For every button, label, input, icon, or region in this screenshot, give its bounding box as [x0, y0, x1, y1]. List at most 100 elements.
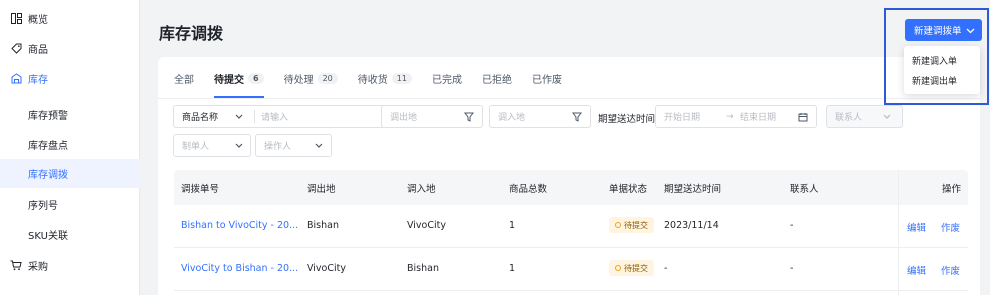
tab-all[interactable]: 全部	[174, 67, 194, 89]
sidebar-item-serial[interactable]: 序列号	[0, 190, 140, 218]
chevron-down-icon	[966, 26, 975, 35]
status-text: 待提交	[624, 220, 648, 230]
contact-cell: -	[790, 220, 794, 231]
search-field-select[interactable]: 商品名称	[182, 110, 218, 123]
contact-select: 联系人	[835, 113, 863, 123]
transfer-id-link[interactable]: Bishan to VivoCity - 20...	[181, 220, 298, 231]
creator-filter[interactable]: 制单人	[173, 134, 251, 157]
status-dot-icon	[615, 222, 621, 228]
column-header: 调入地	[407, 184, 436, 195]
tab-label: 已拒绝	[481, 74, 512, 86]
tab-pending-receive[interactable]: 待收货 11	[358, 67, 412, 89]
tab-label: 全部	[174, 74, 194, 86]
date-range-picker[interactable]: 开始日期 → 结束日期	[655, 105, 817, 128]
column-header: 商品总数	[509, 184, 548, 195]
tab-pending-submit[interactable]: 待提交 6	[214, 67, 264, 98]
sidebar-item-purchase[interactable]: 采购	[0, 251, 140, 279]
tab-label: 待处理	[283, 74, 314, 86]
tabs-divider	[158, 98, 980, 99]
status-tabs: 全部 待提交 6 待处理 20 待收货 11 已完成 已拒绝 已作废	[174, 67, 582, 98]
from-cell: Bishan	[307, 220, 339, 231]
date-cell: -	[664, 263, 668, 274]
status-badge: 待提交	[609, 260, 654, 276]
start-date-input[interactable]: 开始日期	[664, 110, 700, 123]
sidebar-item-products[interactable]: 商品	[0, 34, 140, 62]
to-cell: VivoCity	[407, 220, 446, 231]
tab-voided[interactable]: 已作废	[532, 67, 562, 89]
status-text: 待提交	[624, 263, 648, 273]
new-transfer-label: 新建调拨单	[914, 26, 962, 37]
from-cell: VivoCity	[307, 263, 346, 274]
filter-icon	[572, 112, 582, 122]
contact-cell: -	[790, 263, 794, 274]
chevron-down-icon	[234, 112, 244, 122]
tab-count-badge: 20	[317, 72, 338, 84]
to-cell: Bishan	[407, 263, 439, 274]
tag-icon	[10, 42, 22, 54]
page-title: 库存调拨	[159, 24, 224, 43]
transfer-id-link[interactable]: VivoCity to Bishan - 20...	[181, 263, 298, 274]
status-badge: 待提交	[609, 217, 654, 233]
sidebar-item-label: 库存盘点	[28, 140, 68, 152]
end-date-input[interactable]: 结束日期	[740, 110, 776, 123]
menu-item-new-transfer-in[interactable]: 新建调入单	[912, 54, 957, 67]
table-row: VivoCity to Bishan - 20... VivoCity Bish…	[174, 248, 968, 291]
sidebar-item-sku-link[interactable]: SKU关联	[0, 220, 140, 248]
divider	[254, 110, 255, 123]
transfer-list-card: 全部 待提交 6 待处理 20 待收货 11 已完成 已拒绝 已作废 商品名称 请输入…	[158, 57, 980, 295]
sidebar-item-overview[interactable]: 概览	[0, 4, 140, 32]
from-location-filter[interactable]: 调出地	[381, 105, 483, 128]
sidebar-item-stock-alert[interactable]: 库存预警	[0, 100, 140, 128]
date-cell: 2023/11/14	[664, 220, 719, 231]
table-row: Bishan to VivoCity - 20... Bishan VivoCi…	[174, 205, 968, 248]
sidebar-item-label: SKU关联	[28, 230, 68, 242]
sidebar-item-label: 概览	[28, 14, 48, 26]
menu-item-new-transfer-out[interactable]: 新建调出单	[912, 74, 957, 87]
operator-select: 操作人	[264, 142, 292, 152]
sidebar-item-label: 采购	[28, 261, 48, 273]
search-input[interactable]: 请输入	[261, 110, 288, 123]
operation-column-divider	[898, 170, 968, 295]
tab-completed[interactable]: 已完成	[432, 67, 462, 89]
arrow-right-icon: →	[726, 111, 734, 122]
tab-count-badge: 6	[248, 72, 264, 84]
total-cell: 1	[509, 263, 516, 274]
grid-icon	[10, 12, 22, 24]
tab-label: 待收货	[357, 74, 388, 86]
cart-icon	[10, 259, 22, 271]
filter-icon	[464, 112, 474, 122]
product-search-filter[interactable]: 商品名称 请输入	[173, 105, 390, 128]
tab-label: 已作废	[531, 74, 562, 86]
new-transfer-menu: 新建调入单 新建调出单	[904, 46, 980, 94]
tab-label: 已完成	[431, 74, 462, 86]
warehouse-icon	[10, 72, 22, 84]
sidebar-item-transfer[interactable]: 库存调拨	[0, 159, 140, 188]
contact-filter[interactable]: 联系人	[826, 105, 903, 128]
sidebar-item-label: 库存	[28, 74, 48, 86]
tab-rejected[interactable]: 已拒绝	[482, 67, 512, 89]
from-location-input: 调出地	[390, 113, 418, 123]
creator-select: 制单人	[182, 142, 210, 152]
sidebar-item-label: 商品	[28, 44, 48, 56]
chevron-down-icon	[882, 112, 892, 122]
new-transfer-button[interactable]: 新建调拨单	[905, 19, 982, 41]
sidebar: 概览 商品 库存 库存预警 库存盘点 库存调拨 序列号 SKU关联 采购	[0, 0, 140, 295]
to-location-filter[interactable]: 调入地	[489, 105, 591, 128]
sidebar-item-inventory[interactable]: 库存	[0, 64, 140, 92]
column-header: 调出地	[307, 184, 336, 195]
column-header: 联系人	[790, 184, 819, 195]
tab-label: 待提交	[214, 74, 244, 86]
total-cell: 1	[509, 220, 516, 231]
calendar-icon	[798, 112, 808, 122]
column-header: 单据状态	[609, 184, 648, 195]
tab-pending-process[interactable]: 待处理 20	[284, 67, 338, 89]
to-location-input: 调入地	[498, 113, 526, 123]
sidebar-item-label: 序列号	[28, 200, 58, 212]
chevron-down-icon	[314, 141, 324, 151]
tab-count-badge: 11	[391, 72, 412, 84]
sidebar-item-stocktake[interactable]: 库存盘点	[0, 130, 140, 158]
delivery-period-label: 期望送达时间	[598, 114, 656, 125]
status-dot-icon	[615, 265, 621, 271]
chevron-down-icon	[234, 141, 244, 151]
operator-filter[interactable]: 操作人	[255, 134, 332, 157]
